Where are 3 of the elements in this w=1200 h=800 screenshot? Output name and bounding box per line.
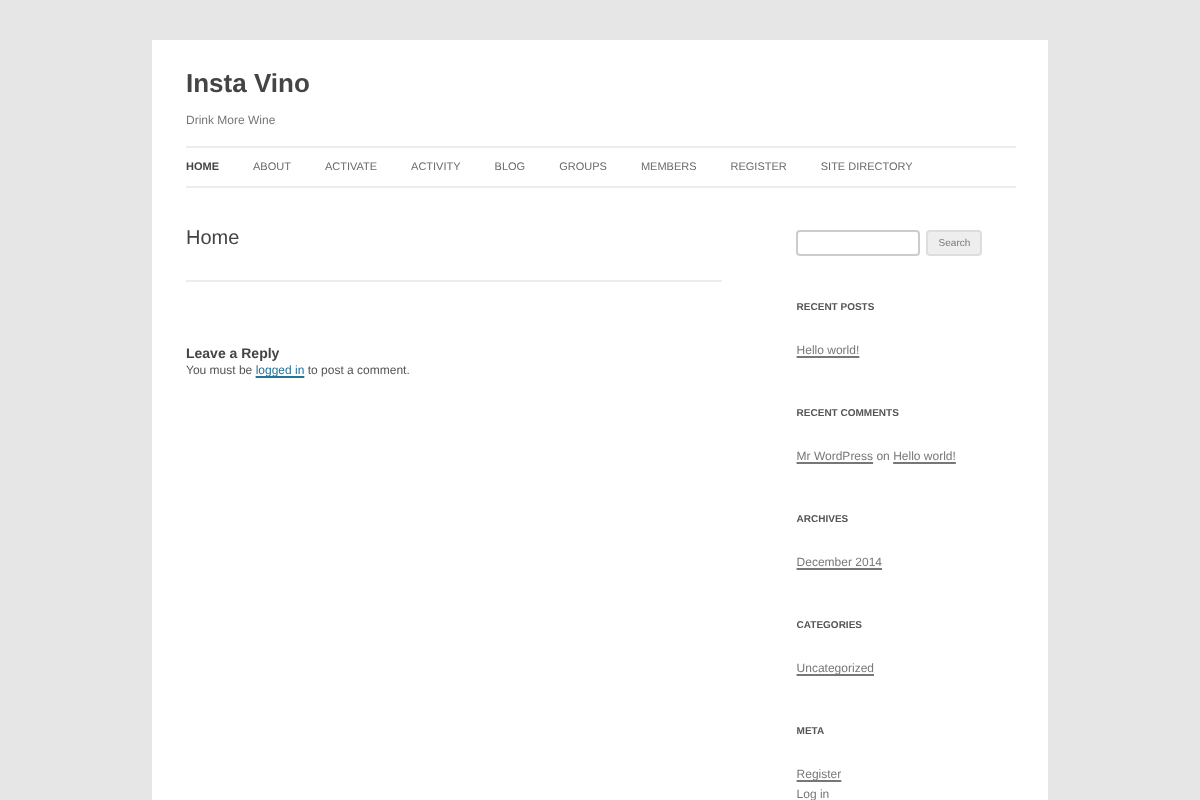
site-title[interactable]: Insta Vino <box>186 68 1016 100</box>
page-title: Home <box>186 226 242 254</box>
search-field[interactable] <box>796 230 921 256</box>
